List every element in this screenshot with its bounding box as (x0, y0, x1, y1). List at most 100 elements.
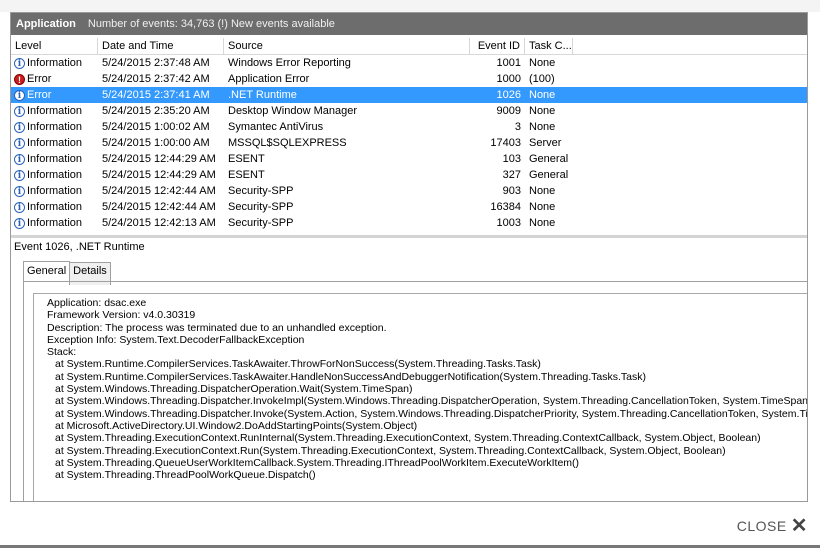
info-icon: i (14, 137, 25, 149)
cell-date: 5/24/2015 2:37:48 AM (102, 57, 210, 69)
table-row[interactable]: i Information 5/24/2015 12:42:13 AM Securit… (11, 215, 807, 231)
cell-source: Security-SPP (228, 201, 294, 213)
info-icon: i (14, 217, 25, 229)
cell-level: i Information (11, 183, 98, 199)
stack-line: at System.Runtime.CompilerServices.TaskA… (55, 370, 646, 383)
events-grid: Level Date and Time Source Event ID Task… (11, 38, 807, 236)
cell-level: i Information (11, 135, 98, 151)
column-source[interactable]: Source (224, 38, 470, 54)
cell-event-id: 1026 (496, 89, 521, 101)
cell-source: MSSQL$SQLEXPRESS (228, 137, 347, 149)
table-row[interactable]: i Information 5/24/2015 2:37:48 AM Windows … (11, 55, 807, 71)
table-row[interactable]: i Information 5/24/2015 12:42:44 AM Securit… (11, 183, 807, 199)
cell-event-id: 103 (502, 153, 521, 165)
level-text: Information (27, 217, 83, 229)
grid-header: Level Date and Time Source Event ID Task… (11, 38, 807, 55)
cell-date: 5/24/2015 1:00:02 AM (102, 121, 210, 133)
cell-date: 5/24/2015 2:37:41 AM (102, 89, 210, 101)
cell-task: None (529, 57, 556, 69)
cell-level: i Information (11, 103, 98, 119)
description-line: Description: The process was terminated … (47, 321, 387, 334)
table-row[interactable]: i Information 5/24/2015 1:00:00 AM MSSQL$SQ… (11, 135, 807, 151)
cell-level: i Information (11, 199, 98, 215)
info-icon: i (14, 153, 25, 165)
cell-task: General (529, 169, 569, 181)
cell-event-id: 1001 (496, 57, 521, 69)
cell-task: General (529, 153, 569, 165)
cell-task: None (529, 185, 556, 197)
cell-event-id: 9009 (496, 105, 521, 117)
cell-source: Windows Error Reporting (228, 57, 351, 69)
cell-level: i Information (11, 151, 98, 167)
level-text: Information (27, 121, 83, 133)
stack-line: at System.Windows.Threading.DispatcherOp… (55, 383, 413, 396)
cell-task: None (529, 89, 556, 101)
table-row[interactable]: i Information 5/24/2015 12:44:29 AM ESENT 32… (11, 167, 807, 183)
column-task[interactable]: Task C... (525, 38, 573, 54)
close-button[interactable]: CLOSE ✕ (737, 513, 808, 538)
cell-date: 5/24/2015 2:35:20 AM (102, 105, 210, 117)
table-row[interactable]: i Error 5/24/2015 2:37:41 AM .NET Runtime 10… (11, 87, 807, 103)
table-row[interactable]: ! Error 5/24/2015 2:37:42 AM Application Er… (11, 71, 807, 87)
info-icon: i (14, 89, 25, 101)
level-text: Information (27, 105, 83, 117)
description-line: Application: dsac.exe (47, 297, 147, 309)
close-icon: ✕ (790, 515, 808, 537)
cell-date: 5/24/2015 12:42:13 AM (102, 217, 216, 229)
description-line: Stack: (47, 346, 77, 359)
stack-line: at System.Windows.Threading.Dispatcher.I… (55, 407, 808, 420)
table-row[interactable]: i Information 5/24/2015 1:00:02 AM Symantec… (11, 119, 807, 135)
cell-task: None (529, 217, 556, 229)
info-icon: i (14, 121, 25, 133)
cell-source: ESENT (228, 153, 265, 165)
level-text: Error (27, 89, 52, 101)
description-line: Framework Version: v4.0.30319 (47, 309, 196, 322)
cell-source: ESENT (228, 169, 265, 181)
detail-title: Event 1026, .NET Runtime (14, 241, 145, 253)
cell-level: i Error (11, 87, 98, 103)
cell-date: 5/24/2015 12:44:29 AM (102, 153, 216, 165)
stack-line: at System.Threading.QueueUserWorkItemCal… (55, 456, 580, 469)
cell-source: Security-SPP (228, 185, 294, 197)
cell-task: None (529, 105, 556, 117)
cell-level: ! Error (11, 71, 98, 87)
cell-date: 5/24/2015 12:44:29 AM (102, 169, 216, 181)
column-event-id[interactable]: Event ID (470, 38, 525, 54)
stack-line: at System.Runtime.CompilerServices.TaskA… (55, 358, 541, 371)
table-row[interactable]: i Information 5/24/2015 12:42:44 AM Securit… (11, 199, 807, 215)
level-text: Information (27, 201, 83, 213)
cell-source: Security-SPP (228, 217, 294, 229)
table-row[interactable]: i Information 5/24/2015 12:44:29 AM ESENT 10… (11, 151, 807, 167)
cell-event-id: 1000 (496, 73, 521, 85)
level-text: Information (27, 153, 83, 165)
stack-line: at Microsoft.ActiveDirectory.UI.Window2.… (55, 419, 418, 432)
level-text: Error (27, 73, 52, 85)
stack-line: at System.Threading.ExecutionContext.Run… (55, 444, 726, 457)
info-icon: i (14, 57, 25, 69)
level-text: Information (27, 137, 83, 149)
table-row[interactable]: i Information 5/24/2015 2:35:20 AM Desktop … (11, 103, 807, 119)
cell-event-id: 1003 (496, 217, 521, 229)
cell-date: 5/24/2015 1:00:00 AM (102, 137, 210, 149)
cell-task: None (529, 121, 556, 133)
level-text: Information (27, 57, 83, 69)
detail-box: Application: dsac.exe Framework Version: … (23, 281, 808, 501)
cell-level: i Information (11, 55, 98, 71)
log-titlebar: Application Number of events: 34,763 (!)… (11, 13, 807, 35)
log-name: Application (16, 18, 76, 30)
stack-line: at System.Windows.Threading.Dispatcher.I… (55, 395, 808, 408)
cell-level: i Information (11, 215, 98, 231)
cell-source: Symantec AntiVirus (228, 121, 324, 133)
column-date[interactable]: Date and Time (98, 38, 224, 54)
cell-event-id: 903 (502, 185, 521, 197)
cell-task: Server (529, 137, 562, 149)
info-icon: i (14, 105, 25, 117)
top-strip (0, 0, 820, 12)
cell-event-id: 327 (502, 169, 521, 181)
pane-splitter[interactable] (11, 235, 807, 238)
cell-event-id: 3 (514, 121, 521, 133)
column-level[interactable]: Level (11, 38, 98, 54)
stack-line: at System.Threading.ThreadPoolWorkQueue.… (55, 469, 316, 482)
event-description[interactable]: Application: dsac.exe Framework Version: … (33, 293, 808, 501)
cell-source: Desktop Window Manager (228, 105, 358, 117)
